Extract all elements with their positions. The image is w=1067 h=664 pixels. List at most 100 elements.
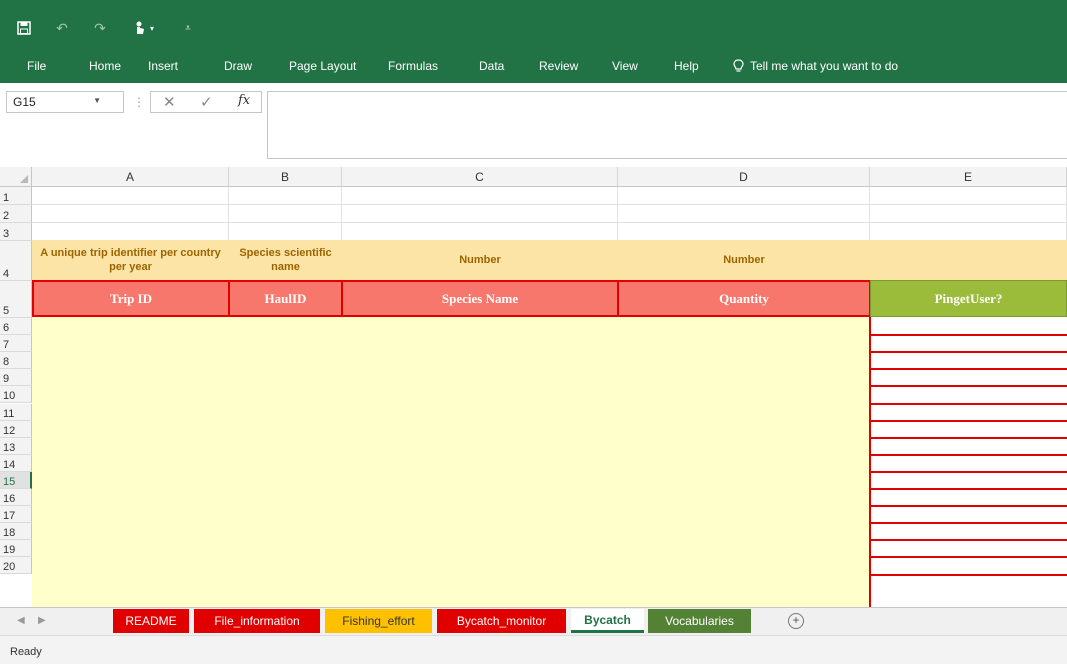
sheet-tab-bycatch-monitor[interactable]: Bycatch_monitor xyxy=(437,609,566,633)
save-icon xyxy=(17,21,31,35)
row-header-15[interactable]: 15 xyxy=(0,471,32,489)
tab-insert[interactable]: Insert xyxy=(148,59,178,73)
row-header-20[interactable]: 20 xyxy=(0,557,32,575)
row-header-6[interactable]: 6 xyxy=(0,318,32,336)
desc-number-c[interactable]: Number xyxy=(342,240,618,280)
tab-view[interactable]: View xyxy=(612,59,638,73)
column-header-b[interactable]: B xyxy=(229,167,342,187)
tab-formulas[interactable]: Formulas xyxy=(388,59,438,73)
formula-input[interactable] xyxy=(267,91,1067,159)
row-header-9[interactable]: 9 xyxy=(0,369,32,387)
touch-mode-button[interactable]: ▾ xyxy=(124,14,164,42)
status-bar: Ready xyxy=(0,635,1067,664)
sheet-tab-fishing-effort[interactable]: Fishing_effort xyxy=(325,609,432,633)
column-e-cell-border xyxy=(870,488,1067,490)
redo-icon: ↷ xyxy=(94,19,106,36)
row-header-1[interactable]: 1 xyxy=(0,187,32,205)
quick-access-toolbar: ↶ ↷ ▾ ⩡ xyxy=(0,8,202,48)
desc-species[interactable]: Species scientific name xyxy=(229,240,342,280)
desc-trip-id[interactable]: A unique trip identifier per country per… xyxy=(32,240,229,280)
sheet-tab-bycatch[interactable]: Bycatch xyxy=(571,609,644,633)
chevron-down-icon: ▼ xyxy=(93,96,101,105)
formula-bar: G15 ▼ ⋮ ✕ ✓ fx xyxy=(0,83,1067,167)
row-header-19[interactable]: 19 xyxy=(0,540,32,558)
lightbulb-icon xyxy=(733,58,744,72)
header-pinget-user[interactable]: PingetUser? xyxy=(870,280,1067,317)
customize-icon: ⩡ xyxy=(185,22,191,34)
cell[interactable] xyxy=(870,223,1067,241)
scroll-left-icon[interactable]: ◀ xyxy=(17,615,25,626)
cell[interactable] xyxy=(618,205,870,223)
desc-number-d[interactable]: Number xyxy=(618,240,870,280)
add-sheet-button[interactable]: + xyxy=(788,613,804,629)
header-trip-id[interactable]: Trip ID xyxy=(32,280,230,317)
column-e-cell-border xyxy=(870,556,1067,559)
undo-button[interactable]: ↶ xyxy=(48,14,76,42)
cell[interactable] xyxy=(342,205,618,223)
data-entry-area[interactable] xyxy=(32,317,870,607)
tab-file[interactable]: File xyxy=(27,59,46,73)
cell[interactable] xyxy=(229,223,342,241)
scroll-right-icon[interactable]: ▶ xyxy=(38,615,46,626)
cell[interactable] xyxy=(32,187,229,205)
header-quantity[interactable]: Quantity xyxy=(617,280,871,317)
cell[interactable] xyxy=(32,223,229,241)
tab-help[interactable]: Help xyxy=(674,59,699,73)
column-e-cell-border xyxy=(870,368,1067,371)
save-button[interactable] xyxy=(10,14,38,42)
tab-review[interactable]: Review xyxy=(539,59,578,73)
tab-data[interactable]: Data xyxy=(479,59,504,73)
row-header-5[interactable]: 5 xyxy=(0,281,32,318)
grip-icon: ⋮ xyxy=(133,95,145,109)
name-box[interactable]: G15 ▼ xyxy=(6,91,124,113)
column-e-cell-border xyxy=(870,453,1067,456)
column-header-a[interactable]: A xyxy=(32,167,229,187)
cell[interactable] xyxy=(32,205,229,223)
cell[interactable] xyxy=(870,187,1067,205)
cell[interactable] xyxy=(618,187,870,205)
header-species-name[interactable]: Species Name xyxy=(341,280,619,317)
cell[interactable] xyxy=(870,205,1067,223)
sheet-tab-readme[interactable]: README xyxy=(113,609,189,633)
row-header-3[interactable]: 3 xyxy=(0,223,32,241)
enter-icon[interactable]: ✓ xyxy=(200,93,213,111)
redo-button[interactable]: ↷ xyxy=(86,14,114,42)
cancel-icon[interactable]: ✕ xyxy=(163,93,176,111)
row-header-18[interactable]: 18 xyxy=(0,523,32,541)
status-text: Ready xyxy=(10,646,42,658)
tab-home[interactable]: Home xyxy=(89,59,121,73)
insert-function-button[interactable]: fx xyxy=(238,93,250,108)
excel-window: ↶ ↷ ▾ ⩡ File Home Insert Draw Page Layou… xyxy=(0,0,1067,664)
column-header-d[interactable]: D xyxy=(618,167,870,187)
row-header-12[interactable]: 12 xyxy=(0,420,32,438)
row-header-2[interactable]: 2 xyxy=(0,205,32,223)
cell[interactable] xyxy=(229,205,342,223)
sheet-tab-vocabularies[interactable]: Vocabularies xyxy=(648,609,751,633)
row-header-8[interactable]: 8 xyxy=(0,352,32,370)
undo-icon: ↶ xyxy=(56,19,68,36)
customize-qat-button[interactable]: ⩡ xyxy=(174,14,202,42)
row-header-14[interactable]: 14 xyxy=(0,454,32,472)
row-header-4[interactable]: 4 xyxy=(0,241,32,281)
tab-draw[interactable]: Draw xyxy=(224,59,252,73)
row-header-17[interactable]: 17 xyxy=(0,506,32,524)
row-header-11[interactable]: 11 xyxy=(0,403,32,421)
tab-page-layout[interactable]: Page Layout xyxy=(289,59,356,73)
select-all-button[interactable] xyxy=(0,167,32,187)
column-header-c[interactable]: C xyxy=(342,167,618,187)
cell[interactable] xyxy=(229,187,342,205)
column-e-cell-border xyxy=(870,419,1067,422)
column-header-e[interactable]: E xyxy=(870,167,1067,187)
row-header-13[interactable]: 13 xyxy=(0,437,32,455)
cell[interactable] xyxy=(618,223,870,241)
sheet-tabs-bar: ◀ ▶ README File_information Fishing_effo… xyxy=(0,607,1067,635)
tell-me-search[interactable]: Tell me what you want to do xyxy=(733,59,898,73)
sheet-tab-file-information[interactable]: File_information xyxy=(194,609,320,633)
cell[interactable] xyxy=(342,223,618,241)
header-haul-id[interactable]: HaulID xyxy=(228,280,343,317)
row-header-10[interactable]: 10 xyxy=(0,386,32,404)
cell[interactable] xyxy=(342,187,618,205)
column-e-cell-border xyxy=(870,539,1067,542)
row-header-16[interactable]: 16 xyxy=(0,489,32,507)
row-header-7[interactable]: 7 xyxy=(0,335,32,353)
